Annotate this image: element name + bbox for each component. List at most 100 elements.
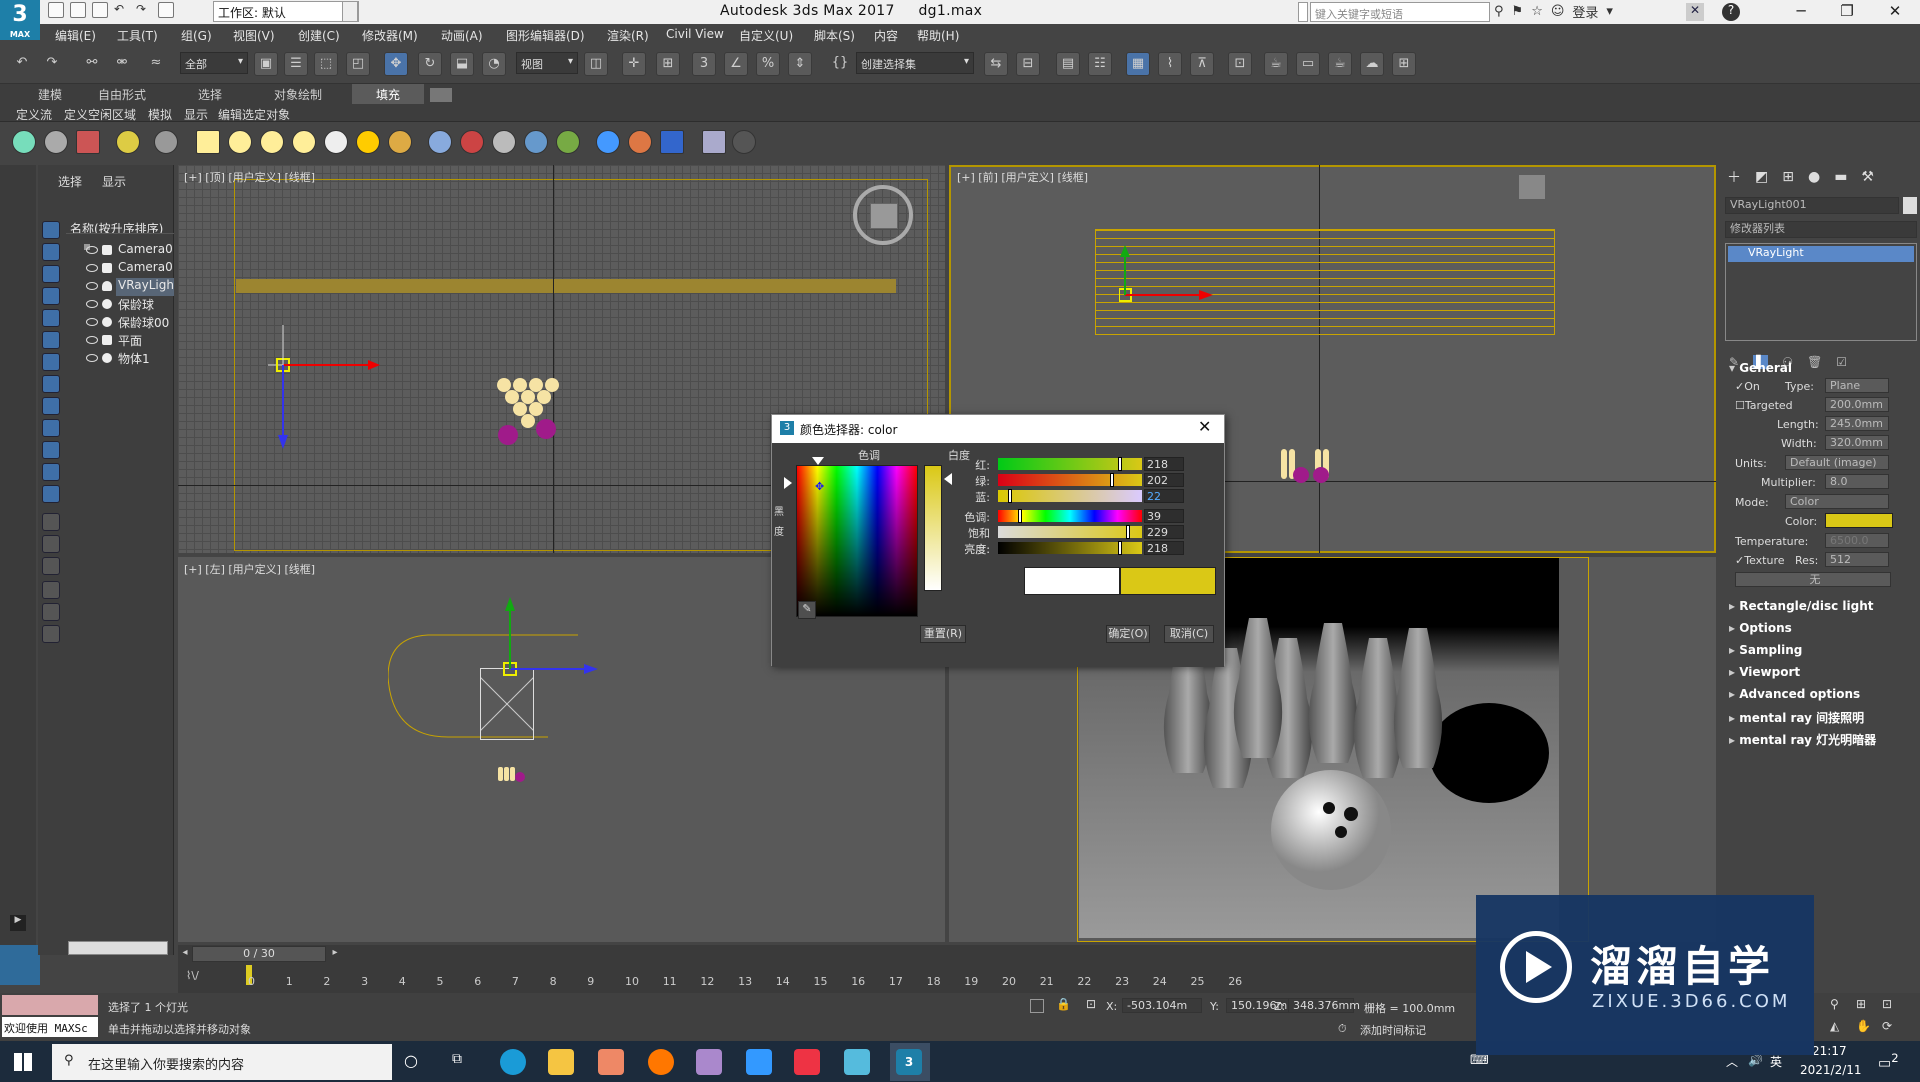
user-icon[interactable]: ☺ [1551,4,1565,19]
snaps-toggle-icon[interactable]: 3 [692,52,716,76]
select-and-move-icon[interactable]: ✥ [384,52,408,76]
schematic-view-icon[interactable]: ⊼ [1190,52,1214,76]
app-icon[interactable] [844,1049,870,1075]
green-value[interactable]: 202 [1144,473,1184,487]
app-icon[interactable] [794,1049,820,1075]
login-label[interactable]: 登录 [1572,2,1598,21]
saturation-value[interactable]: 229 [1144,525,1184,539]
isolate-selection-icon[interactable] [1030,999,1044,1013]
align-icon[interactable]: ⊟ [1016,52,1040,76]
create-tab-icon[interactable]: ＋ [1727,167,1741,187]
menu-edit[interactable]: 编辑(E) [55,27,96,44]
percent-snap-icon[interactable]: % [756,52,780,76]
hierarchy-tab-icon[interactable]: ⊞ [1782,169,1794,185]
pan-icon[interactable]: ✋ [1856,1019,1871,1033]
scene-item-object1[interactable]: 物体1 [118,350,150,367]
task-view-icon[interactable]: ⧉ [452,1051,462,1067]
type-dropdown[interactable]: Plane [1825,378,1889,393]
color-cursor-icon[interactable]: ✥ [815,480,824,493]
binoculars-icon[interactable]: ⚲ [1494,4,1504,19]
menu-graph-editors[interactable]: 图形编辑器(D) [506,27,585,44]
help-icon[interactable]: ? [1722,3,1740,21]
clock-time[interactable]: 21:17 [1812,1044,1847,1058]
vfb-icon[interactable] [660,130,684,154]
tray-up-icon[interactable]: ︿ [1726,1053,1738,1070]
bind-space-warp-icon[interactable]: ≈ [144,52,168,76]
camera-icon[interactable] [154,130,178,154]
viewcube[interactable] [1497,175,1567,205]
ok-button[interactable]: 确定(O) [1106,625,1150,643]
render-production-icon[interactable]: ☕ [1328,52,1352,76]
rollout-advanced-options[interactable]: ▸ Advanced options [1729,687,1911,705]
filter-shapes-icon[interactable] [42,243,60,261]
menu-animation[interactable]: 动画(A) [441,27,483,44]
scene-item-camera[interactable]: Camera0 [118,260,173,274]
on-checkbox[interactable]: ✓On [1735,380,1760,393]
fluids-icon[interactable] [460,130,484,154]
named-selection-set-dropdown[interactable]: 创建选择集 [856,52,974,74]
ime-icon[interactable]: 英 [1770,1053,1782,1070]
viewport-label-top[interactable]: [+] [顶] [用户定义] [线框] [184,169,315,185]
firefox-icon[interactable] [648,1049,674,1075]
red-slider[interactable] [998,457,1142,471]
mini-curve-editor-icon[interactable]: ⌇\/ [186,969,199,982]
saturation-slider[interactable] [998,525,1142,539]
save-file-icon[interactable] [92,2,108,18]
ribbon-panel-define-flows[interactable]: 定义流 [16,106,52,123]
whiteness-bar[interactable] [924,465,942,591]
project-folder-icon[interactable] [158,2,174,18]
filter-frozen-icon[interactable] [42,441,60,459]
expand-arrow-icon[interactable]: ▶ [10,915,26,931]
eyedropper-icon[interactable]: ✎ [798,601,816,619]
filter-geometry-icon[interactable] [42,221,60,239]
scene-item-camera[interactable]: Camera0 [118,242,173,256]
menu-help[interactable]: 帮助(H) [917,27,959,44]
render-in-cloud-icon[interactable]: ☁ [1360,52,1384,76]
x-field[interactable]: -503.104m [1122,998,1202,1013]
transform-gizmo[interactable] [1119,245,1229,335]
toggle-ribbon-icon[interactable]: ▦ [1126,52,1150,76]
blackness-marker-icon[interactable] [784,477,792,489]
ribbon-tab-modeling[interactable]: 建模 [38,86,62,103]
zoom-icon[interactable]: ⚲ [1830,997,1839,1011]
mirror-icon[interactable]: ⇆ [984,52,1008,76]
orbit-icon[interactable]: ⟳ [1882,1019,1892,1033]
menu-customize[interactable]: 自定义(U) [739,27,793,44]
light-color-swatch[interactable] [1825,513,1893,528]
sphere-icon[interactable] [260,130,284,154]
mode-dropdown[interactable]: Color [1785,494,1889,509]
rollout-rectangle-disc[interactable]: ▸ Rectangle/disc light [1729,599,1911,617]
scene-explorer-toggle-icon[interactable]: ▤ [1056,52,1080,76]
cloth-icon[interactable] [492,130,516,154]
window-crossing-icon[interactable]: ◰ [346,52,370,76]
res-field[interactable]: 512 [1825,552,1889,567]
rollout-sampling[interactable]: ▸ Sampling [1729,643,1911,661]
scene-tab-select[interactable]: 选择 [58,173,82,190]
menu-civil-view[interactable]: Civil View [666,27,724,41]
whiteness-marker-icon[interactable] [944,473,952,485]
app-icon[interactable] [598,1049,624,1075]
visibility-eye-icon[interactable] [86,282,98,290]
menu-group[interactable]: 组(G) [181,27,212,44]
scene-horizontal-scrollbar[interactable] [68,941,168,955]
dome-light-icon[interactable] [388,130,412,154]
menu-content[interactable]: 内容 [874,27,898,44]
visibility-eye-icon[interactable] [86,300,98,308]
units-dropdown[interactable]: Default (image) [1785,455,1889,470]
red-value[interactable]: 218 [1144,457,1184,471]
modify-tab-icon[interactable]: ◩ [1755,169,1768,185]
rollout-general-head[interactable]: ▾ General [1729,361,1911,379]
workspace-menu-button[interactable] [342,1,358,22]
select-and-scale-icon[interactable]: ⬓ [450,52,474,76]
favorite-icon[interactable]: ☆ [1531,4,1543,19]
texture-map-button[interactable]: 无 [1735,572,1891,587]
search-scroll-left[interactable] [1298,2,1308,22]
volume-icon[interactable]: 🔊 [1748,1053,1763,1067]
ribbon-tab-populate[interactable]: 填充 [352,84,425,105]
filter-funnel-icon[interactable] [42,603,60,621]
unlink-icon[interactable]: ⚮ [110,52,134,76]
menu-views[interactable]: 视图(V) [233,27,275,44]
layer-icon[interactable] [42,625,60,643]
length-field[interactable]: 245.0mm [1825,416,1889,431]
minimize-button[interactable]: ─ [1778,0,1824,24]
